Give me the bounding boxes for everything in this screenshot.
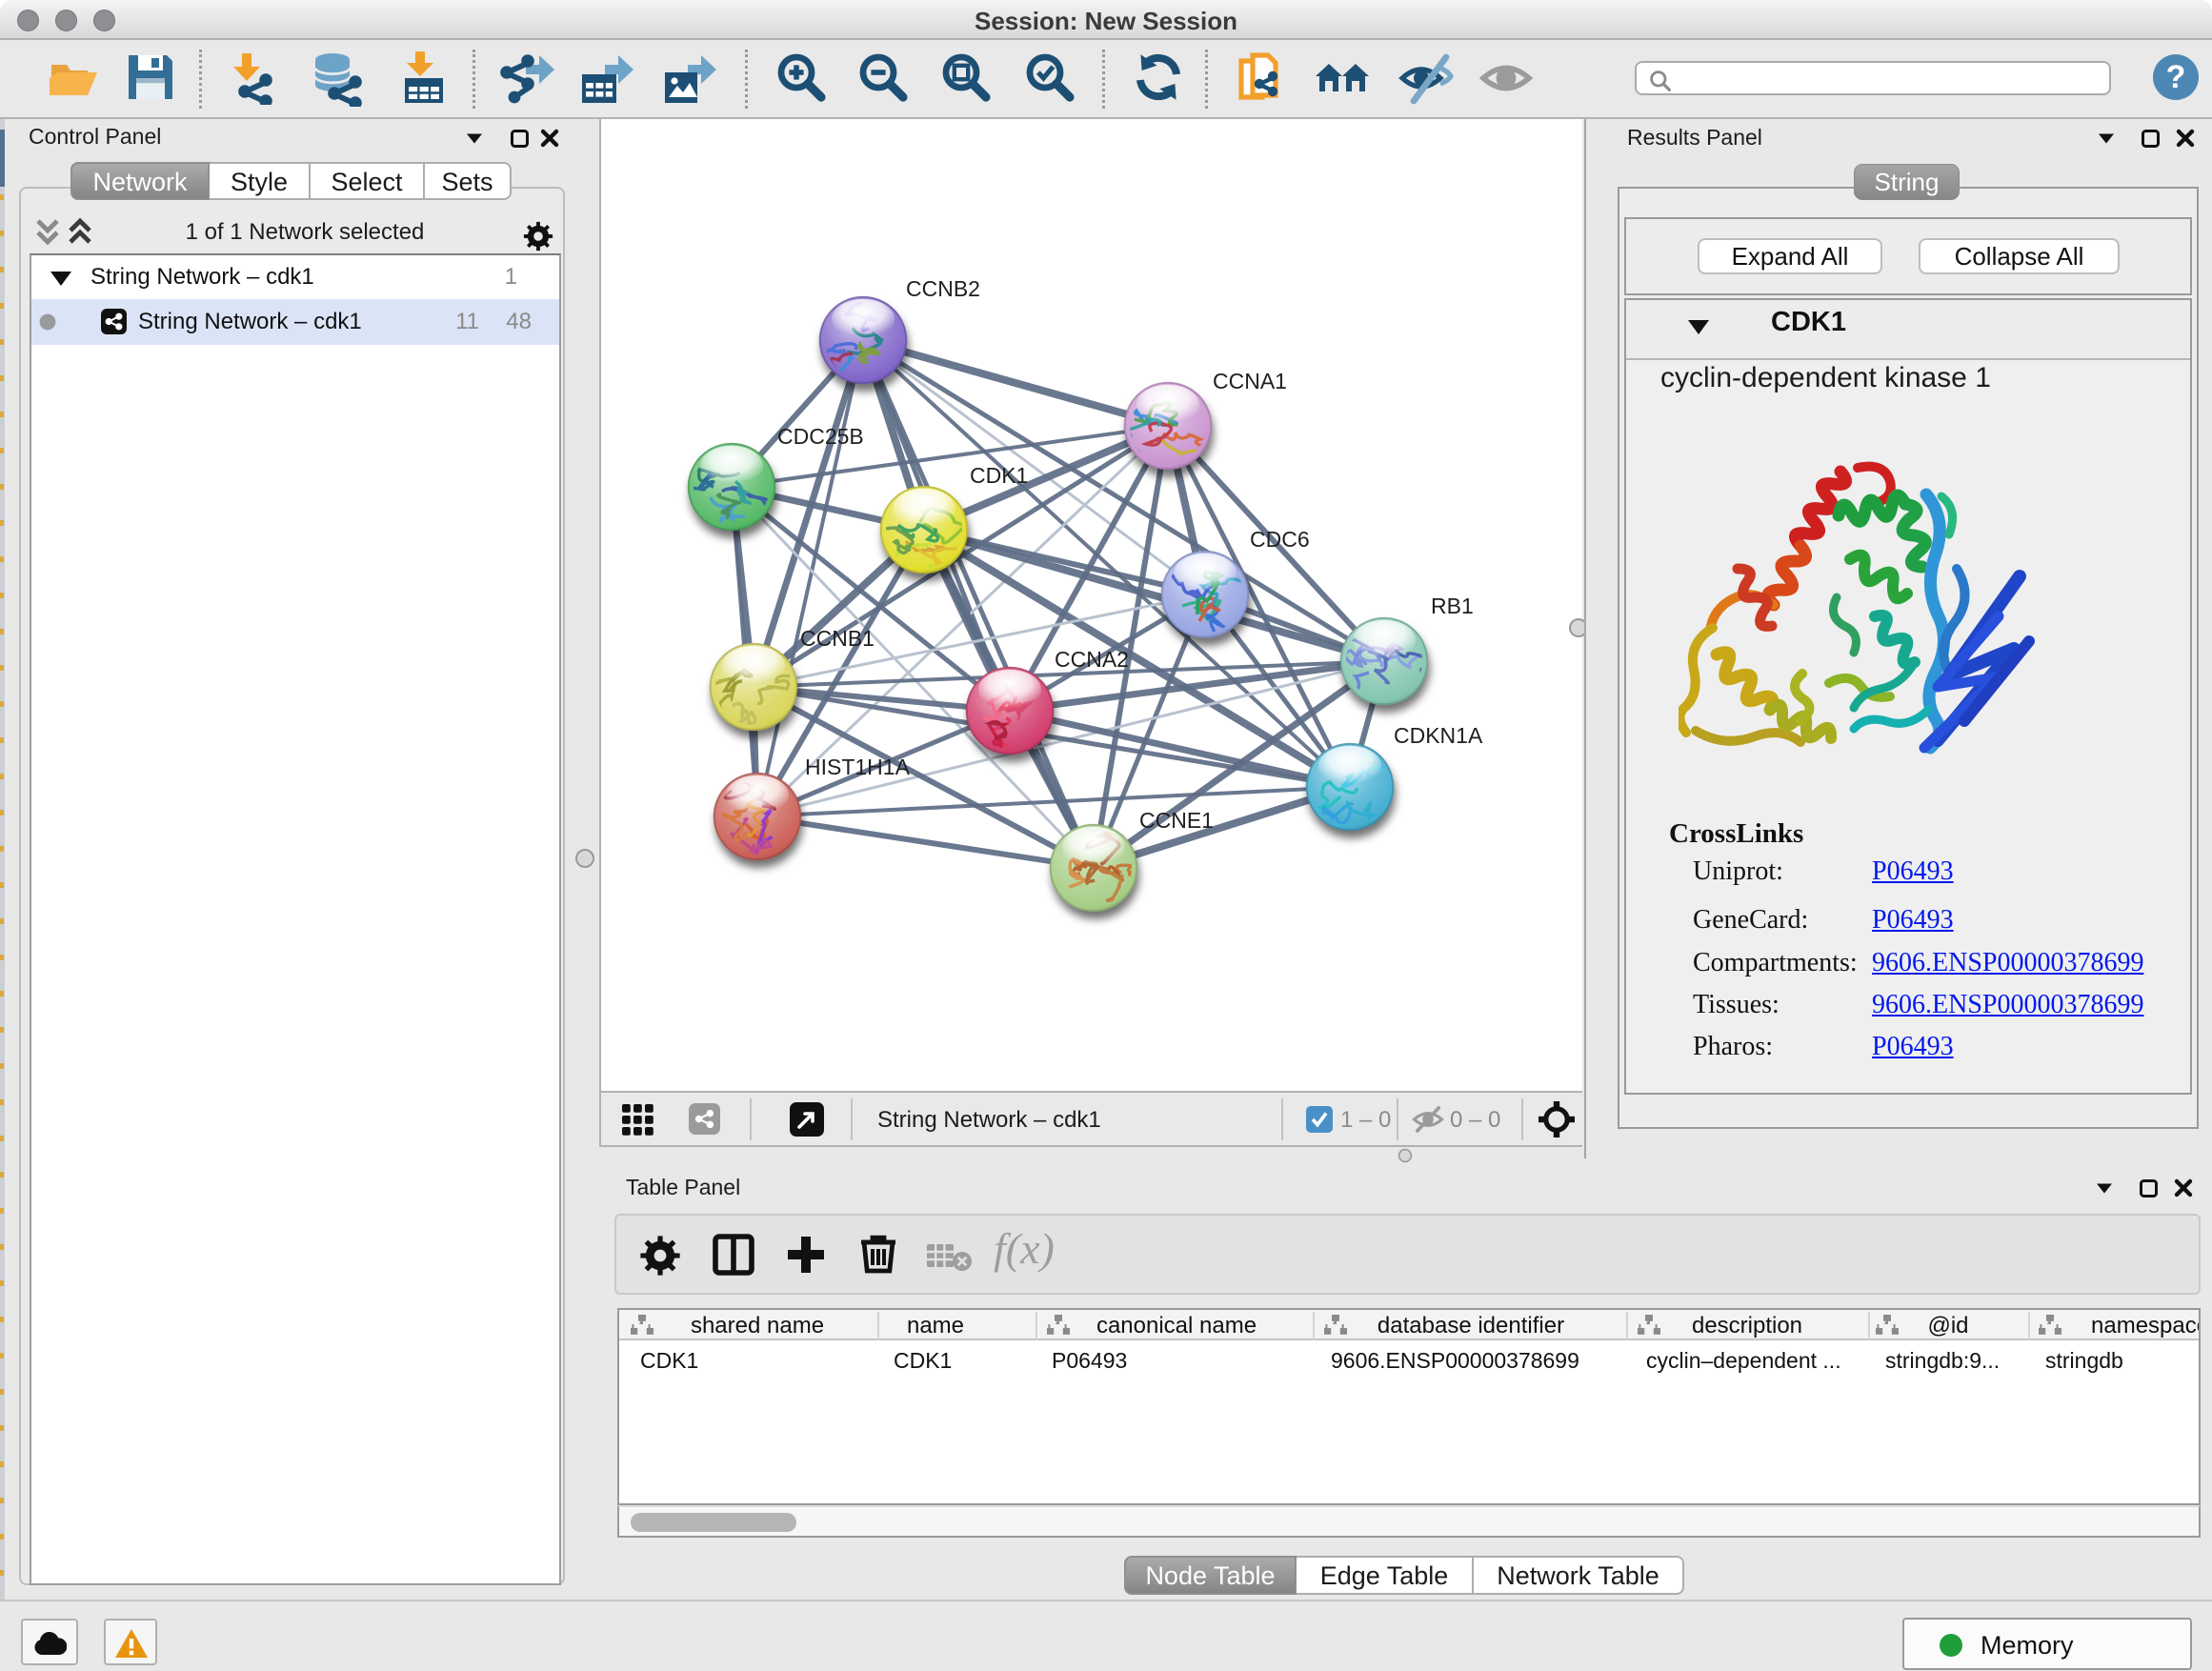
svg-text:HIST1H1A: HIST1H1A <box>805 755 911 779</box>
svg-text:RB1: RB1 <box>1431 594 1474 618</box>
svg-text:CCNB1: CCNB1 <box>800 626 875 651</box>
svg-text:CCNE1: CCNE1 <box>1139 808 1214 833</box>
svg-text:CDKN1A: CDKN1A <box>1394 723 1483 748</box>
svg-text:CCNA1: CCNA1 <box>1213 369 1287 393</box>
svg-text:?: ? <box>2166 59 2186 95</box>
svg-text:CDC6: CDC6 <box>1250 527 1310 552</box>
svg-text:CDC25B: CDC25B <box>777 424 864 449</box>
svg-text:CCNB2: CCNB2 <box>906 276 980 301</box>
svg-text:CDK1: CDK1 <box>970 463 1028 488</box>
svg-text:CCNA2: CCNA2 <box>1055 647 1129 672</box>
